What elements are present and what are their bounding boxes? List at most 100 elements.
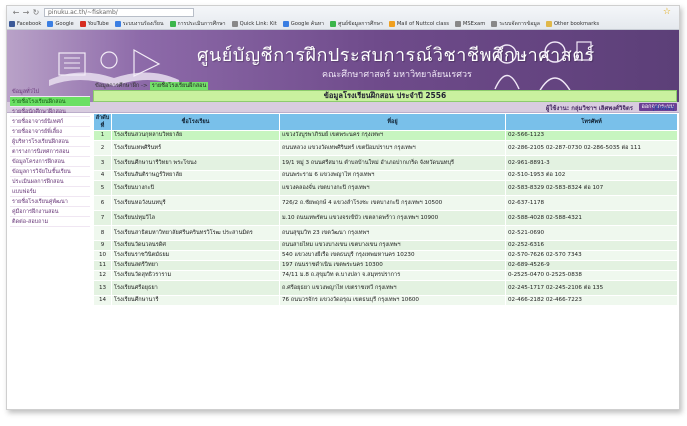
bookmark-icon — [231, 21, 238, 27]
bookmark-item[interactable]: Other bookmarks — [545, 21, 599, 27]
sidebar-item[interactable]: ตารางการนิเทศการสอน — [10, 147, 90, 157]
table-cell: โรงเรียนศรีอยุธยา — [111, 280, 280, 296]
forward-icon[interactable]: → — [21, 8, 31, 17]
bookmark-item[interactable]: ระบบจัดการข้อมูล — [491, 20, 540, 28]
table-cell: โรงเรียนศึกษานารี — [111, 295, 280, 306]
column-header: ที่อยู่ — [279, 113, 506, 131]
sidebar-item[interactable]: คู่มือการฝึกงานสอน — [10, 207, 90, 217]
bookmark-item[interactable]: การประเมินการศึกษา — [169, 20, 226, 28]
table-cell: 02-566-1123 — [505, 130, 678, 141]
bookmark-item[interactable]: Quick Link: Kit — [231, 21, 277, 27]
table-row[interactable]: 12 โรงเรียนวัดสุทธิวราราม 74/11 ม.8 ถ.สุขุ… — [93, 270, 678, 281]
table-cell: โรงเรียนปทุมวิไล — [111, 210, 280, 226]
table-cell: ม.10 ถนนเทพรัตน แขวงจรเข้บัว เขตลาดพร้าว… — [279, 210, 506, 226]
table-cell: 9 — [93, 240, 112, 251]
bookmark-item[interactable]: Google ค้นหา — [282, 20, 325, 28]
bookmark-icon — [330, 21, 337, 27]
table-cell: 02-583-8329 02-583-8324 ต่อ 107 — [505, 180, 678, 196]
table-cell: 726/2 ถ.ชัยพฤกษ์ 4 แขวงลำโรงชะ เขตบางกะป… — [279, 195, 506, 211]
table-cell: ถนนสายไหม แขวงบางเขน เขตบางเขน กรุงเทพฯ — [279, 240, 506, 251]
view-all-link[interactable]: [ทั้งหมด] — [653, 105, 674, 113]
user-info: ผู้ใช้งาน: กลุ่มวิชาฯ เลิศพงศ์วิจิตร — [545, 105, 633, 112]
reload-icon[interactable]: ↻ — [31, 8, 41, 17]
bookmark-item[interactable]: YouTube — [79, 21, 109, 27]
bookmark-item[interactable]: ระบบงานร้องเรียน — [114, 20, 164, 28]
sidebar-item[interactable]: รายชื่ออาจารย์นิเทศก์ — [10, 117, 90, 127]
table-row[interactable]: 14 โรงเรียนศึกษานารี 76 ถนนวรจักร แขวงวัดอ… — [93, 295, 678, 306]
bookmark-icon — [388, 21, 395, 27]
table-cell: 02-689-4526-9 — [505, 260, 678, 271]
table-row[interactable]: 3 โรงเรียนศึกษานารีวิทยา พระโขนง 19/1 หมู่… — [93, 155, 678, 171]
table-cell: 02-510-1953 ต่อ 102 — [505, 170, 678, 181]
table-row[interactable]: 4 โรงเรียนสันติราษฎร์วิทยาลัย ถนนพระราม 6 … — [93, 170, 678, 181]
bookmark-label: ระบบงานร้องเรียน — [122, 21, 164, 27]
schools-table: ลำดับที่ ชื่อโรงเรียน ที่อยู่ โทรศัพท์ 1 โรง… — [93, 113, 678, 306]
sidebar-item[interactable]: ผู้บริหารโรงเรียนฝึกสอน — [10, 137, 90, 147]
table-cell: โรงเรียนเทพศิรินทร์ — [111, 140, 280, 156]
table-cell: 6 — [93, 195, 112, 211]
bookmark-icon — [79, 21, 86, 27]
table-row[interactable]: 5 โรงเรียนบางกะปิ แขวงคลองจั่น เขตบางกะปิ … — [93, 180, 678, 196]
bookmark-item[interactable]: Mail of Nuttcol class — [388, 21, 449, 27]
table-cell: โรงเรียนสตรีวิทยา — [111, 260, 280, 271]
back-icon[interactable]: ← — [11, 8, 21, 17]
bookmark-label: MSExam — [462, 21, 486, 27]
bookmark-label: ระบบจัดการข้อมูล — [499, 21, 540, 27]
table-cell: 3 — [93, 155, 112, 171]
table-cell: โรงเรียนสวนกุหลาบวิทยาลัย — [111, 130, 280, 141]
table-row[interactable]: 10 โรงเรียนราชวินิตมัธยม 540 แขวงบางยี่เรื… — [93, 250, 678, 261]
column-header: โทรศัพท์ — [505, 113, 678, 131]
table-cell: 2 — [93, 140, 112, 156]
table-cell: 4 — [93, 170, 112, 181]
bookmark-label: YouTube — [87, 21, 109, 27]
bookmark-label: Quick Link: Kit — [239, 21, 277, 27]
sidebar: ข้อมูลทั่วไป รายชื่อโรงเรียนฝึกสอน รายชื่อ… — [10, 87, 90, 227]
star-icon[interactable]: ☆ — [663, 7, 671, 17]
table-row[interactable]: 7 โรงเรียนปทุมวิไล ม.10 ถนนเทพรัตน แขวงจรเ… — [93, 210, 678, 226]
sidebar-item[interactable]: ข้อมูลโครงการฝึกสอน — [10, 157, 90, 167]
bookmark-item[interactable]: Google — [47, 21, 74, 27]
table-row[interactable]: 2 โรงเรียนเทพศิรินทร์ ถนนหลวง แขวงวัดเทพศิ… — [93, 140, 678, 156]
screenshot: ← → ↻ pinuku.ac.th/~fiskamb/ ☆ Facebook G… — [0, 0, 687, 426]
table-cell: ถนนหลวง แขวงวัดเทพศิรินทร์ เขตป้อมปราบฯ … — [279, 140, 506, 156]
bookmark-item[interactable]: MSExam — [454, 21, 486, 27]
table-row[interactable]: 8 โรงเรียนสาธิตมหาวิทยาลัยศรีนครินทรวิโรฒ… — [93, 225, 678, 241]
table-cell: 540 แขวงบางยี่เรือ เขตธนบุรี กรุงเทพมหาน… — [279, 250, 506, 261]
table-cell: 02-286-2105 02-287-0730 02-286-5035 ต่อ … — [505, 140, 678, 156]
table-row[interactable]: 13 โรงเรียนศรีอยุธยา ถ.ศรีอยุธยา แขวงพญาไท… — [93, 280, 678, 296]
table-row[interactable]: 11 โรงเรียนสตรีวิทยา 197 ถนนราชดำเนิน เขตพ… — [93, 260, 678, 271]
breadcrumb-parent[interactable]: ข้อมูลการศึกษาฝึก -> — [95, 82, 148, 90]
sidebar-item[interactable]: แบบฟอร์ม — [10, 187, 90, 197]
sidebar-item[interactable]: ข้อมูลการวิจัยในชั้นเรียน — [10, 167, 90, 177]
sidebar-item[interactable]: ติดต่อ-สอบถาม — [10, 217, 90, 227]
sidebar-item[interactable]: รายชื่ออาจารย์พี่เลี้ยง — [10, 127, 90, 137]
table-cell: 10 — [93, 250, 112, 261]
nav-row: ← → ↻ pinuku.ac.th/~fiskamb/ — [7, 6, 679, 18]
bookmark-label: Google — [55, 21, 74, 27]
table-cell: ถนนสุขุมวิท 23 เขตวัฒนา กรุงเทพฯ — [279, 225, 506, 241]
bookmark-item[interactable]: ศูนย์ข้อมูลการศึกษา — [330, 20, 383, 28]
sidebar-item[interactable]: รายชื่อโรงเรียนคู่พัฒนา — [10, 197, 90, 207]
table-cell: 02-570-7626 02-570 7343 — [505, 250, 678, 261]
sidebar-item[interactable]: ข้อมูลทั่วไป — [10, 87, 90, 97]
table-row[interactable]: 9 โรงเรียนวัดนวลนรดิศ ถนนสายไหม แขวงบางเขน… — [93, 240, 678, 251]
sidebar-item[interactable]: ประเมินผลการฝึกสอน — [10, 177, 90, 187]
table-row[interactable]: 1 โรงเรียนสวนกุหลาบวิทยาลัย แขวงวังบูรพาภิ… — [93, 130, 678, 141]
sidebar-item[interactable]: รายชื่อนักศึกษาฝึกสอน — [10, 107, 90, 117]
table-cell: 02-245-1717 02-245-2106 ต่อ 135 — [505, 280, 678, 296]
bookmark-label: Mail of Nuttcol class — [396, 21, 449, 27]
table-cell: 02-521-0690 — [505, 225, 678, 241]
column-header: ชื่อโรงเรียน — [111, 113, 280, 131]
sidebar-item[interactable]: รายชื่อโรงเรียนฝึกสอน — [10, 97, 90, 107]
table-cell: โรงเรียนราชวินิตมัธยม — [111, 250, 280, 261]
bookmark-label: ศูนย์ข้อมูลการศึกษา — [338, 21, 383, 27]
address-bar[interactable]: pinuku.ac.th/~fiskamb/ — [44, 7, 194, 17]
breadcrumb-current: รายชื่อโรงเรียนฝึกสอน — [149, 82, 209, 90]
bookmark-label: Google ค้นหา — [290, 21, 325, 27]
table-cell: โรงเรียนสันติราษฎร์วิทยาลัย — [111, 170, 280, 181]
bookmark-icon — [282, 21, 289, 27]
table-row[interactable]: 6 โรงเรียนหอวังนนทบุรี 726/2 ถ.ชัยพฤกษ์ 4 … — [93, 195, 678, 211]
website: ศูนย์บัญชีการฝึกประสบการณ์วิชาชีพศึกษาศา… — [7, 30, 679, 409]
bookmark-item[interactable]: Facebook — [9, 21, 41, 27]
bookmark-icon — [114, 21, 121, 27]
